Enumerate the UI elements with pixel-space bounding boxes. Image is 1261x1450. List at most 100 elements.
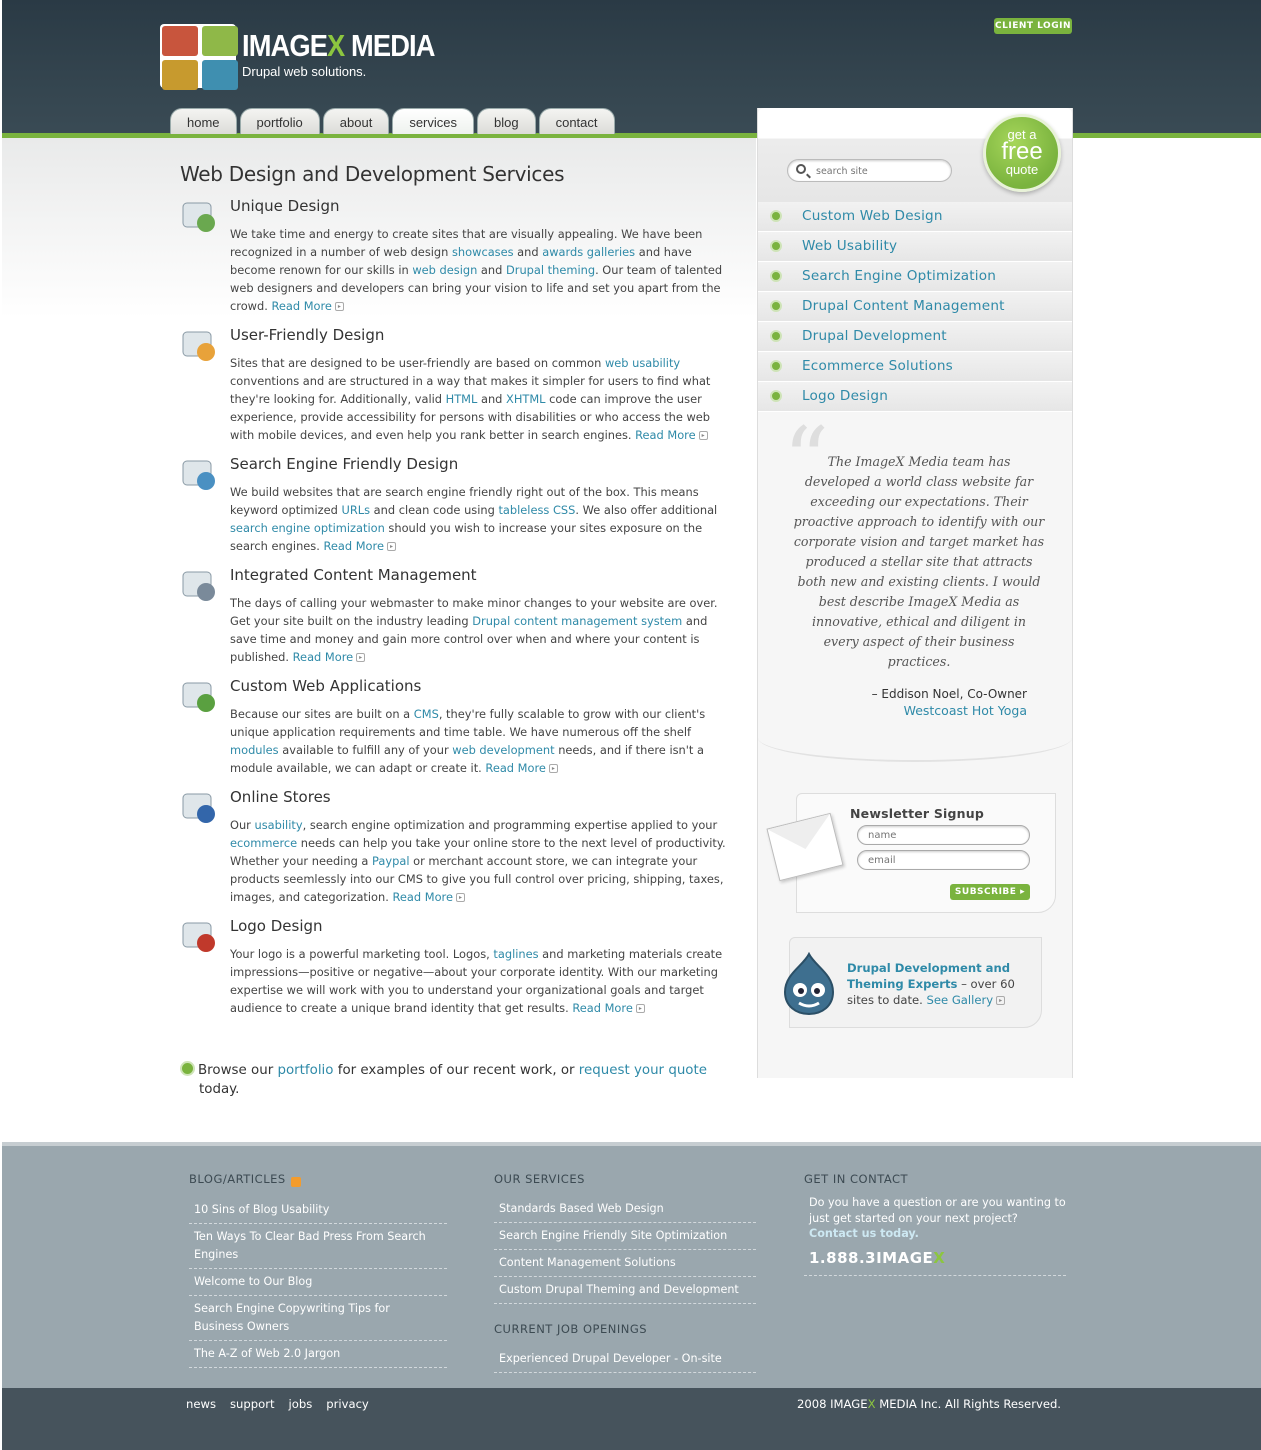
search-box: [787, 159, 952, 182]
inline-link[interactable]: search engine optimization: [230, 521, 385, 535]
sidebar-menu-label: Web Usability: [802, 238, 898, 254]
footer-list-item[interactable]: Content Management Solutions: [494, 1250, 756, 1277]
footer-list-item[interactable]: Custom Drupal Theming and Development: [494, 1277, 756, 1304]
sidebar-menu-item[interactable]: Drupal Content Management: [758, 292, 1072, 322]
inline-link[interactable]: Drupal theming: [506, 263, 595, 277]
footer-link-privacy[interactable]: privacy: [326, 1397, 369, 1411]
footer-link-support[interactable]: support: [230, 1397, 275, 1411]
rss-icon[interactable]: [290, 1177, 301, 1187]
logo-tagline: Drupal web solutions.: [242, 64, 367, 79]
footer-list-item[interactable]: Search Engine Friendly Site Optimization: [494, 1223, 756, 1250]
inline-link[interactable]: tableless CSS: [498, 503, 575, 517]
arrow-circle-icon: [770, 300, 782, 312]
service-description: The days of calling your webmaster to ma…: [230, 596, 718, 664]
sidebar-menu-item[interactable]: Custom Web Design: [758, 202, 1072, 232]
footer-list-item[interactable]: The A-Z of Web 2.0 Jargon: [189, 1341, 447, 1368]
footer-contact-text: Do you have a question or are you wantin…: [809, 1196, 1066, 1225]
footer-list-item[interactable]: Welcome to Our Blog: [189, 1269, 447, 1296]
read-more-link[interactable]: Read More: [635, 428, 695, 442]
inline-link[interactable]: XHTML: [506, 392, 546, 406]
testimonial-author: – Eddison Noel, Co-Owner: [871, 687, 1027, 701]
inline-link[interactable]: web development: [452, 743, 554, 757]
inline-link[interactable]: usability: [255, 818, 303, 832]
tab-blog[interactable]: blog: [477, 108, 536, 134]
testimonial: “ The ImageX Media team has developed a …: [783, 416, 1048, 758]
testimonial-quote: The ImageX Media team has developed a wo…: [793, 454, 1045, 669]
see-gallery-link[interactable]: See Gallery: [927, 993, 994, 1007]
newsletter-title: Newsletter Signup: [850, 806, 985, 821]
sidebar-menu-item[interactable]: Drupal Development: [758, 322, 1072, 352]
subscribe-button[interactable]: SUBSCRIBE ▸: [950, 884, 1030, 900]
footer-list-item[interactable]: 10 Sins of Blog Usability: [189, 1197, 447, 1224]
tab-home[interactable]: home: [170, 108, 237, 134]
jobs-list: Experienced Drupal Developer - On-site: [494, 1346, 756, 1373]
inline-link[interactable]: showcases: [452, 245, 514, 259]
portfolio-link[interactable]: portfolio: [277, 1063, 333, 1078]
bottom-links: news support jobs privacy: [186, 1397, 369, 1411]
service-description: Sites that are designed to be user-frien…: [230, 356, 711, 442]
tab-contact[interactable]: contact: [538, 108, 615, 134]
service-title: Integrated Content Management: [230, 566, 477, 584]
footer-link-news[interactable]: news: [186, 1397, 216, 1411]
sidebar-menu-item[interactable]: Ecommerce Solutions: [758, 352, 1072, 382]
inline-link[interactable]: taglines: [493, 947, 538, 961]
footer-blog-heading: BLOG/ARTICLES: [189, 1172, 447, 1187]
inline-link[interactable]: Paypal: [372, 854, 409, 868]
footer-list-item[interactable]: Standards Based Web Design: [494, 1196, 756, 1223]
sidebar-menu-label: Drupal Content Management: [802, 298, 1005, 314]
newsletter-name-field[interactable]: [857, 825, 1030, 845]
contact-us-link[interactable]: Contact us today.: [804, 1227, 1066, 1240]
request-quote-link[interactable]: request your quote: [579, 1063, 707, 1078]
client-login-button[interactable]: CLIENT LOGIN: [994, 18, 1072, 34]
inline-link[interactable]: web usability: [605, 356, 680, 370]
browse-callout: Browse our portfolio for examples of our…: [180, 1061, 740, 1099]
arrow-icon: ▸: [386, 542, 396, 551]
tab-about[interactable]: about: [322, 108, 390, 134]
service-title: Logo Design: [230, 917, 323, 935]
drupal-promo-text: Drupal Development and Theming Experts –…: [847, 961, 1015, 1007]
sidebar-menu-label: Ecommerce Solutions: [802, 358, 953, 374]
read-more-link[interactable]: Read More: [572, 1001, 632, 1015]
arrow-circle-icon: [770, 240, 782, 252]
read-more-link[interactable]: Read More: [393, 890, 453, 904]
tab-portfolio[interactable]: portfolio: [239, 108, 320, 134]
inline-link[interactable]: ecommerce: [230, 836, 297, 850]
inline-link[interactable]: modules: [230, 743, 279, 757]
sidebar-menu-item[interactable]: Search Engine Optimization: [758, 262, 1072, 292]
inline-link[interactable]: HTML: [446, 392, 478, 406]
inline-link[interactable]: URLs: [342, 503, 371, 517]
footer-link-jobs[interactable]: jobs: [289, 1397, 313, 1411]
read-more-link[interactable]: Read More: [485, 761, 545, 775]
footer-list-item[interactable]: Search Engine Copywriting Tips for Busin…: [189, 1296, 447, 1341]
search-icon[interactable]: [796, 164, 806, 174]
read-more-link[interactable]: Read More: [271, 299, 331, 313]
main-nav: home portfolio about services blog conta…: [170, 108, 615, 134]
service-description: We build websites that are search engine…: [230, 485, 718, 553]
footer-services-list: Standards Based Web Design Search Engine …: [494, 1196, 756, 1304]
gear-screen-icon: [180, 566, 220, 606]
logo-wordmark: IMAGEX MEDIA: [242, 28, 435, 63]
arrow-icon: ▸: [455, 893, 465, 902]
service-description: Your logo is a powerful marketing tool. …: [230, 947, 723, 1015]
inline-link[interactable]: CMS: [414, 707, 439, 721]
footer-list-item[interactable]: Ten Ways To Clear Bad Press From Search …: [189, 1224, 447, 1269]
inline-link[interactable]: web design: [412, 263, 477, 277]
tab-services[interactable]: services: [392, 108, 475, 134]
services-menu: Custom Web Design Web Usability Search Eng…: [758, 202, 1072, 412]
magnifier-icon: [180, 455, 220, 495]
arrow-icon: ▸: [334, 302, 344, 311]
testimonial-company-link[interactable]: Westcoast Hot Yoga: [904, 703, 1027, 718]
service-title: Search Engine Friendly Design: [230, 455, 459, 473]
free-quote-button[interactable]: get a free quote: [983, 114, 1061, 192]
inline-link[interactable]: Drupal content management system: [472, 614, 682, 628]
sidebar-menu-item[interactable]: Web Usability: [758, 232, 1072, 262]
footer-list-item[interactable]: Experienced Drupal Developer - On-site: [494, 1346, 756, 1373]
service-title: Online Stores: [230, 788, 331, 806]
read-more-link[interactable]: Read More: [323, 539, 383, 553]
newsletter-email-field[interactable]: [857, 850, 1030, 870]
site-logo[interactable]: IMAGEX MEDIA Drupal web solutions.: [160, 24, 440, 90]
inline-link[interactable]: awards galleries: [542, 245, 635, 259]
sidebar-menu-label: Custom Web Design: [802, 208, 943, 224]
search-input[interactable]: [816, 163, 941, 179]
read-more-link[interactable]: Read More: [293, 650, 353, 664]
